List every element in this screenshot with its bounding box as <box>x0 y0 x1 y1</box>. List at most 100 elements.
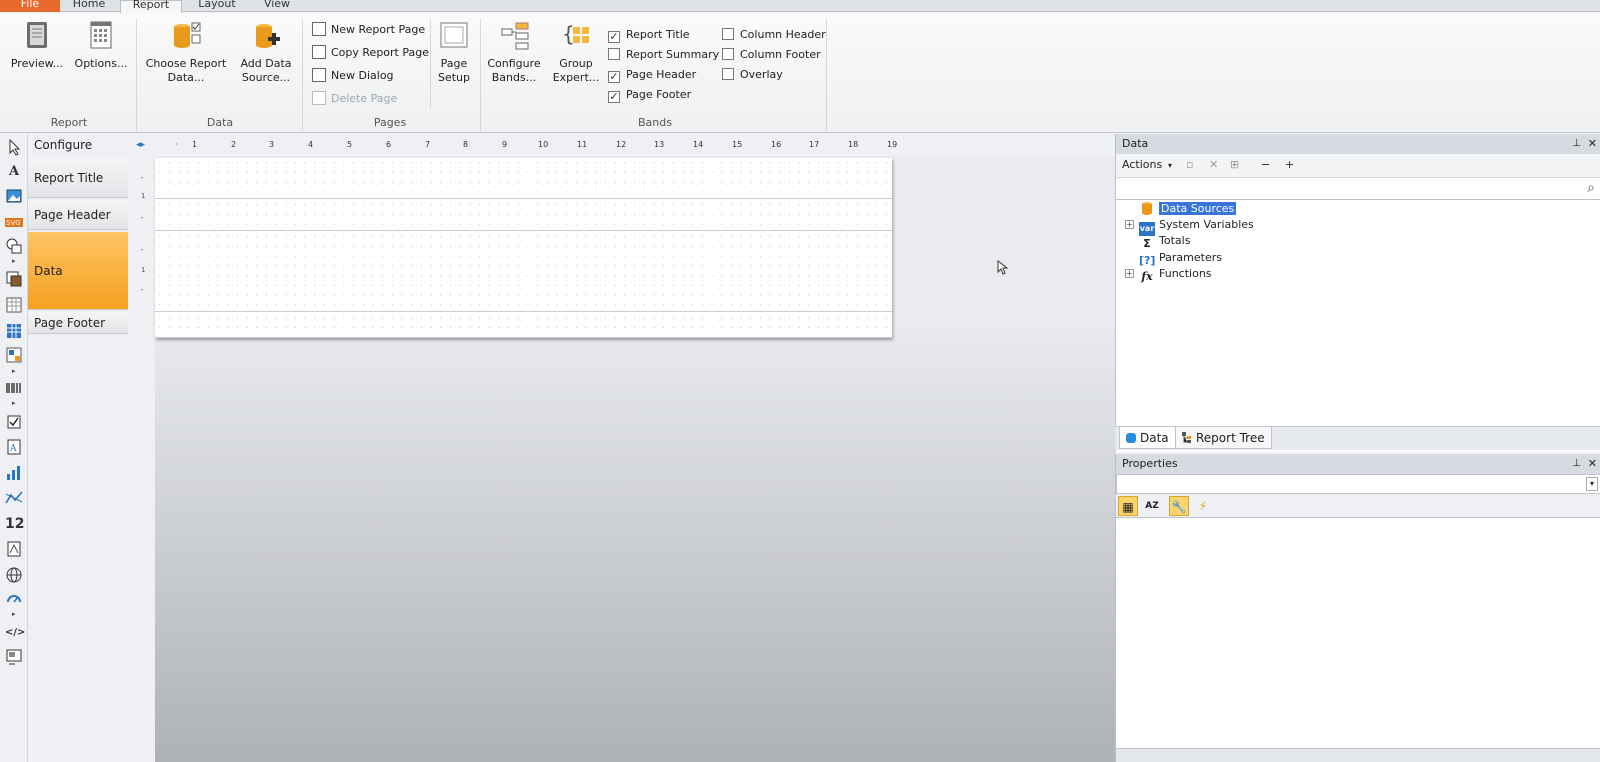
page-header-checkbox[interactable]: ✓ Page Header <box>608 66 696 84</box>
matrix-icon[interactable] <box>5 322 23 340</box>
group-divider <box>480 19 481 131</box>
tree-item-data-sources[interactable]: Data Sources <box>1139 201 1237 217</box>
dialog-icon[interactable] <box>5 648 23 666</box>
copy-page-icon <box>312 45 326 59</box>
configure-bands-button[interactable]: Configure Bands... <box>486 17 542 85</box>
configure-bands-link[interactable]: Configure <box>34 138 92 152</box>
checkbox-unchecked-icon <box>722 68 734 80</box>
collapse-arrows-icon[interactable]: ◂▸ <box>136 140 145 150</box>
add-data-source-button[interactable]: Add Data Source... <box>236 17 296 85</box>
shape-icon[interactable] <box>5 237 23 255</box>
alphabetical-sort-icon[interactable]: AZ <box>1142 496 1162 516</box>
column-header-checkbox[interactable]: Column Header <box>722 26 826 44</box>
rich-text-icon[interactable]: A <box>5 438 23 456</box>
expand-arrow-icon[interactable]: ▸ <box>12 611 18 618</box>
overlay-checkbox[interactable]: Overlay <box>722 66 783 84</box>
close-icon[interactable]: ✕ <box>1588 454 1597 474</box>
band-page-footer[interactable]: Page Footer <box>28 312 128 334</box>
column-footer-checkbox[interactable]: Column Footer <box>722 46 821 64</box>
pointer-icon[interactable] <box>5 138 23 156</box>
tab-home[interactable]: Home <box>60 0 118 12</box>
tree-item-totals[interactable]: Σ Totals <box>1139 233 1190 250</box>
view-icon[interactable]: ⊞ <box>1230 158 1239 171</box>
preview-button[interactable]: Preview... <box>8 17 66 71</box>
chevron-down-icon[interactable]: ▾ <box>1168 161 1172 170</box>
tree-item-system-variables[interactable]: + var System Variables <box>1125 217 1254 236</box>
text-icon[interactable]: A <box>5 163 23 181</box>
new-report-page-button[interactable]: New Report Page <box>312 21 425 39</box>
edit-icon[interactable]: ▫ <box>1186 158 1193 171</box>
delete-page-icon <box>312 91 326 105</box>
digital-signature-icon[interactable]: 12 <box>5 515 24 533</box>
expand-arrow-icon[interactable]: ▸ <box>12 258 18 265</box>
pin-icon[interactable]: ⊥ <box>1572 134 1581 154</box>
group-divider <box>302 19 303 131</box>
page-header-band-area[interactable] <box>155 200 892 231</box>
tab-report[interactable]: Report <box>120 0 182 13</box>
design-canvas[interactable]: · 1 2 3 4 5 6 7 8 9 10 11 12 13 14 15 16… <box>155 134 1115 762</box>
delete-icon[interactable]: ✕ <box>1209 158 1218 171</box>
tree-item-functions[interactable]: + fx Functions <box>1125 266 1212 283</box>
picture-icon[interactable] <box>5 187 23 205</box>
tab-view[interactable]: View <box>252 0 302 12</box>
report-page[interactable] <box>155 158 892 338</box>
tab-layout[interactable]: Layout <box>182 0 252 12</box>
band-data[interactable]: Data <box>28 232 128 310</box>
report-title-band-area[interactable] <box>155 158 892 199</box>
object-selector-combo[interactable]: ▾ <box>1116 474 1600 494</box>
properties-toolbar: ▦ AZ 🔧 ⚡ <box>1116 494 1600 518</box>
page-setup-button[interactable]: Page Setup <box>434 17 474 85</box>
collapse-all-icon[interactable]: − <box>1261 158 1270 171</box>
sparkline-icon[interactable] <box>5 489 23 507</box>
svg-icon[interactable]: SVG <box>5 213 23 231</box>
svg-text:SVG: SVG <box>6 219 21 227</box>
page-footer-checkbox[interactable]: ✓ Page Footer <box>608 86 691 104</box>
band-page-header[interactable]: Page Header <box>28 200 128 230</box>
data-band-area[interactable] <box>155 232 892 312</box>
tab-file[interactable]: File <box>0 0 60 12</box>
map-icon[interactable] <box>5 566 23 584</box>
close-icon[interactable]: ✕ <box>1588 134 1597 154</box>
report-summary-checkbox[interactable]: Report Summary <box>608 46 719 64</box>
expand-arrow-icon[interactable]: ▸ <box>12 400 18 407</box>
options-button[interactable]: Options... <box>72 17 130 71</box>
events-lightning-icon[interactable]: ⚡ <box>1193 496 1213 516</box>
html-icon[interactable]: </> <box>5 624 25 642</box>
data-search-input[interactable]: ⌕ <box>1116 178 1600 200</box>
properties-wrench-icon[interactable]: 🔧 <box>1169 496 1189 516</box>
search-icon[interactable]: ⌕ <box>1587 180 1595 196</box>
band-report-title[interactable]: Report Title <box>28 158 128 198</box>
options-icon <box>85 19 117 51</box>
delete-page-button[interactable]: Delete Page <box>312 90 397 108</box>
chart-icon[interactable] <box>5 464 23 482</box>
svg-text:{: { <box>562 22 575 46</box>
new-dialog-button[interactable]: New Dialog <box>312 67 394 85</box>
pin-icon[interactable]: ⊥ <box>1572 454 1581 474</box>
copy-report-page-button[interactable]: Copy Report Page <box>312 44 429 62</box>
tree-icon <box>1182 429 1192 443</box>
checkbox-icon[interactable] <box>5 413 23 431</box>
expand-icon[interactable]: + <box>1125 220 1134 229</box>
subreport-icon[interactable] <box>5 270 23 288</box>
table-icon[interactable] <box>5 296 23 314</box>
expand-all-icon[interactable]: + <box>1285 158 1294 171</box>
actions-menu[interactable]: Actions <box>1122 158 1162 171</box>
choose-report-data-button[interactable]: Choose Report Data... <box>144 17 228 85</box>
group-expert-button[interactable]: { Group Expert... <box>550 17 602 85</box>
categorized-view-icon[interactable]: ▦ <box>1118 496 1138 516</box>
cellular-text-icon[interactable] <box>5 346 23 364</box>
tree-item-parameters[interactable]: [?] Parameters <box>1139 250 1222 267</box>
tab-report-tree[interactable]: Report Tree <box>1175 427 1272 449</box>
group-divider <box>826 19 827 131</box>
report-title-checkbox[interactable]: ✓ Report Title <box>608 26 690 44</box>
barcode-icon[interactable] <box>5 379 23 397</box>
sum-icon: Σ <box>1143 237 1151 250</box>
data-panel-toolbar: Actions ▾ ▫ ✕ ⊞ − + <box>1116 154 1600 178</box>
chevron-down-icon[interactable]: ▾ <box>1586 477 1598 491</box>
gauge-icon[interactable] <box>5 589 23 607</box>
page-footer-band-area[interactable] <box>155 313 892 338</box>
expand-arrow-icon[interactable]: ▸ <box>12 368 18 375</box>
zip-code-icon[interactable] <box>5 540 23 558</box>
expand-icon[interactable]: + <box>1125 269 1134 278</box>
tab-data[interactable]: Data <box>1119 427 1176 449</box>
